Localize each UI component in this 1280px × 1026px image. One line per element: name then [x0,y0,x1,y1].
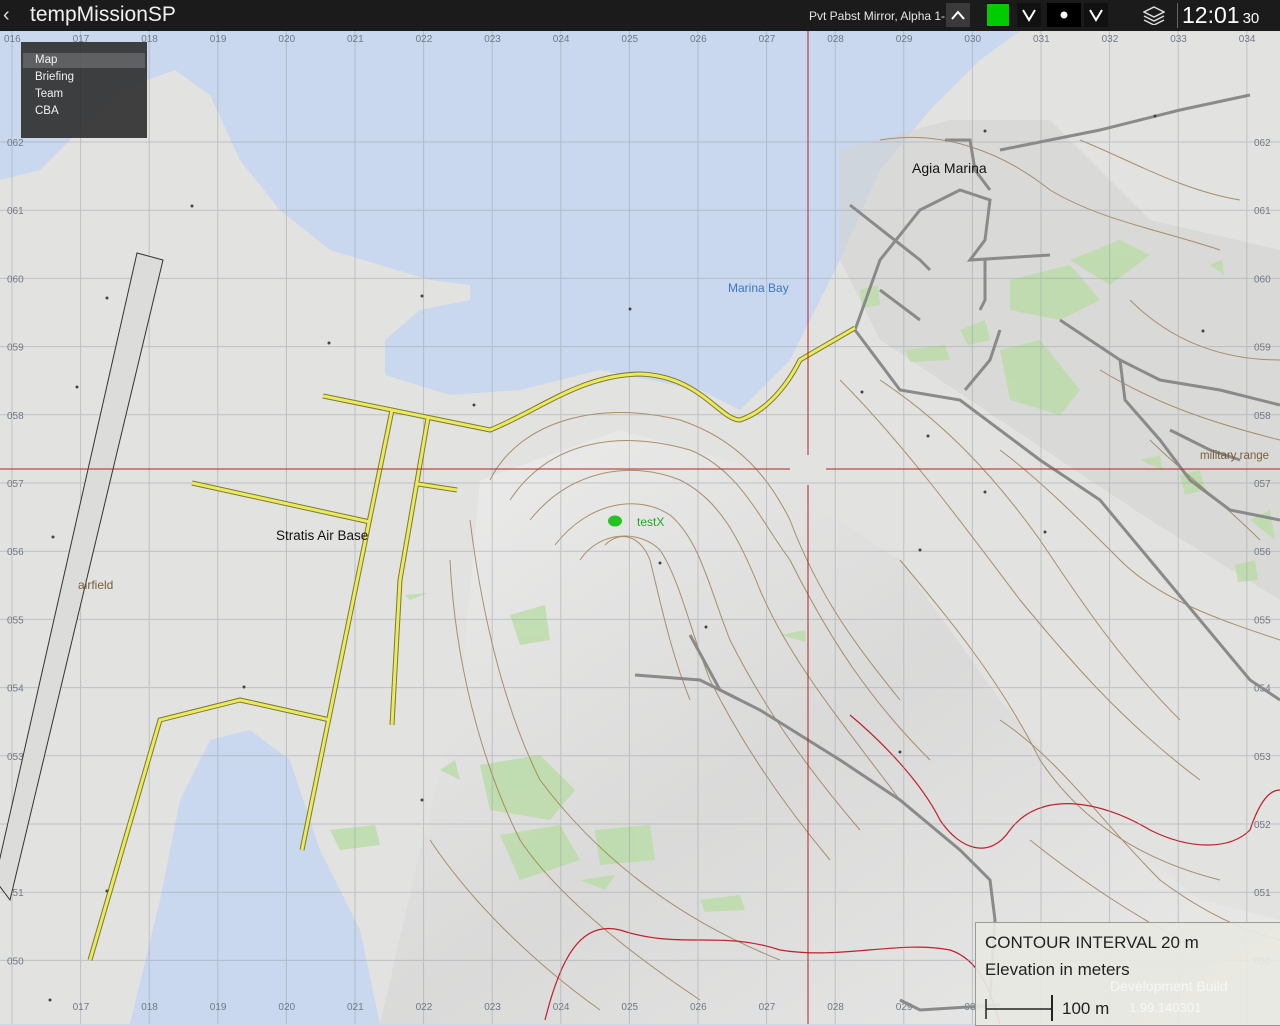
grid-label-y-right: 061 [1254,206,1271,217]
grid-label-x: 024 [553,34,570,45]
menu-item-team[interactable]: Team [35,88,63,100]
map-canvas[interactable]: 016 017 018 019 020 021 022 023 024 025 026 027 028 0… [0,31,1280,1024]
shape-dropdown-button[interactable] [1084,3,1108,27]
grid-label-x-bottom: 028 [827,1002,844,1013]
label-airfield: airfield [78,578,113,592]
elevation-units-text: Elevation in meters [985,960,1130,979]
marker-dot-icon [608,515,622,527]
grid-label-y-right: 059 [1254,343,1271,354]
label-marina-bay: Marina Bay [728,281,789,295]
grid-label-y: 061 [7,206,24,217]
marker-color-button[interactable] [986,3,1010,27]
grid-label-x-bottom: 021 [347,1002,364,1013]
grid-label-y-right: 060 [1254,274,1271,285]
grid-label-y: 058 [7,411,24,422]
marker-color-swatch [987,4,1009,26]
clock: 12:01 30 [1182,2,1259,29]
grid-label-y-right: 053 [1254,752,1271,763]
grid-label-x: 023 [484,34,501,45]
grid-label-x-bottom: 018 [141,1002,158,1013]
grid-label-x: 028 [827,34,844,45]
grid-label-y: 057 [7,479,24,490]
grid-label-x: 020 [278,34,295,45]
scale-bar [985,995,1053,1021]
grid-label-y-right: 057 [1254,479,1271,490]
label-stratis-air-base: Stratis Air Base [276,528,368,543]
grid-label-x: 021 [347,34,364,45]
color-dropdown-button[interactable] [1017,3,1041,27]
label-marker-testx: testX [637,515,664,529]
grid-label-y: 054 [7,684,24,695]
clock-seconds: 30 [1242,10,1260,27]
grid-label-x-bottom: 023 [484,1002,501,1013]
grid-label-x-bottom: 020 [278,1002,295,1013]
grid-label-x: 022 [416,34,433,45]
layers-button[interactable] [1142,3,1166,27]
marker-shape-button[interactable] [1047,3,1081,27]
grid-label-y: 060 [7,274,24,285]
grid-label-y: 055 [7,615,24,626]
grid-label-x: 030 [964,34,981,45]
grid-label-x: 016 [4,34,21,45]
grid-label-x: 034 [1239,34,1256,45]
divider [1177,3,1178,28]
layers-icon [1143,6,1165,25]
grid-label-y: 050 [7,956,24,967]
grid-label-y-right: 052 [1254,820,1271,831]
scale-bar-label: 100 m [1062,999,1110,1018]
grid-label-x: 027 [759,34,776,45]
grid-label-x: 033 [1170,34,1187,45]
contour-interval-text: CONTOUR INTERVAL 20 m [985,933,1199,952]
dev-version-watermark: 1.99.140301 [1129,1000,1202,1015]
chevron-up-button[interactable] [946,3,970,27]
grid-label-x: 019 [210,34,227,45]
map-legend: Development Build 1.99.140301 CONTOUR IN… [975,922,1280,1026]
label-military-range: military range [1200,450,1269,462]
map-marker-testx[interactable] [608,515,622,527]
grid-label-x-bottom: 025 [621,1002,638,1013]
grid-label-x-bottom: 024 [553,1002,570,1013]
grid-label-x: 025 [621,34,638,45]
grid-label-x-bottom: 022 [416,1002,433,1013]
top-bar: ‹ tempMissionSP Pvt Pabst Mirror, Alpha … [0,0,1280,31]
clock-time: 12:01 [1182,2,1240,28]
grid-label-x: 026 [690,34,707,45]
grid-label-x-bottom: 017 [73,1002,90,1013]
chevron-up-icon [951,10,965,20]
grid-label-x: 031 [1033,34,1050,45]
grid-label-x-bottom: 026 [690,1002,707,1013]
label-agia-marina: Agia Marina [912,160,987,176]
grid-label-y-right: 051 [1254,888,1271,899]
chevron-down-icon [1022,9,1036,22]
chevron-left-icon[interactable]: ‹ [3,4,10,27]
grid-label-y-right: 055 [1254,615,1271,626]
grid-label-y-right: 058 [1254,411,1271,422]
grid-label-y: 062 [7,138,24,149]
grid-label-x-bottom: 027 [759,1002,776,1013]
menu-item-briefing[interactable]: Briefing [35,71,74,83]
map-view[interactable]: 016 017 018 019 020 021 022 023 024 025 026 027 028 0… [0,31,1280,1024]
map-side-menu: Map Briefing Team CBA [21,42,147,138]
grid-label-x: 032 [1102,34,1119,45]
player-name: Pvt Pabst Mirror, Alpha 1-1 1 [809,9,962,23]
grid-label-y-right: 056 [1254,547,1271,558]
grid-label-y: 056 [7,547,24,558]
grid-label-x: 029 [896,34,913,45]
grid-label-x-bottom: 019 [210,1002,227,1013]
menu-item-map[interactable]: Map [35,54,57,66]
grid-label-y-right: 062 [1254,138,1271,149]
chevron-down-icon [1089,9,1103,22]
grid-label-y: 059 [7,343,24,354]
mission-title: tempMissionSP [30,3,176,26]
dev-build-watermark: Development Build [1110,978,1228,994]
dot-icon [1060,11,1068,19]
menu-item-cba[interactable]: CBA [35,105,59,117]
